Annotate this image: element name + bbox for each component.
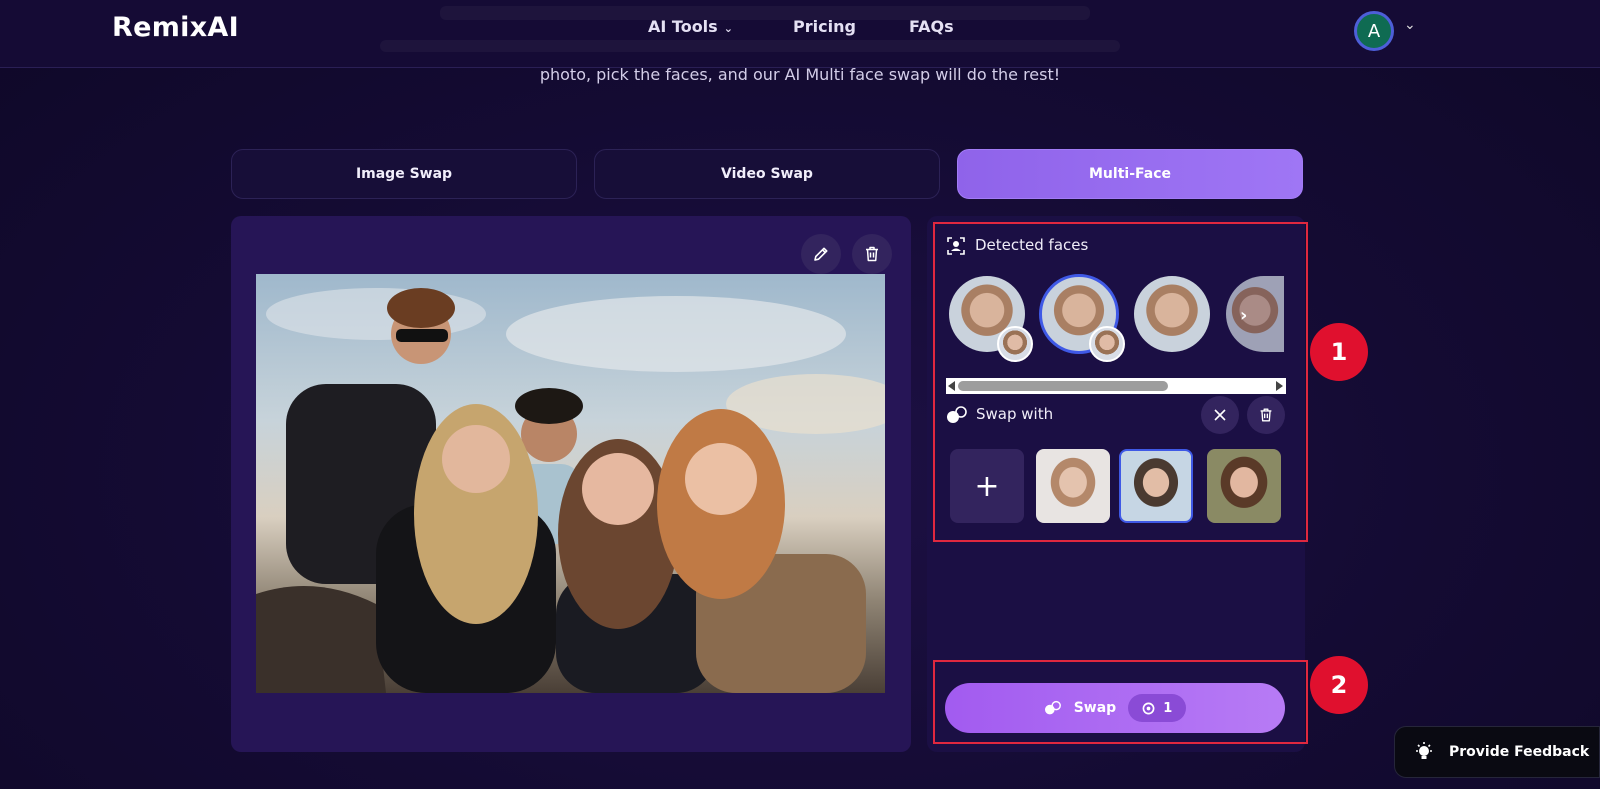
swap-target-preview-1 — [997, 326, 1033, 362]
chevron-down-icon: ⌄ — [723, 22, 733, 35]
trash-icon — [1260, 408, 1272, 422]
detected-face-3[interactable] — [1134, 276, 1210, 352]
swap-with-label: Swap with — [976, 405, 1054, 423]
annotation-badge-1-number: 1 — [1330, 338, 1348, 366]
avatar-initial: A — [1367, 20, 1381, 42]
nav-pricing[interactable]: Pricing — [793, 17, 856, 36]
delete-image-button[interactable] — [852, 234, 892, 274]
nav-ai-tools[interactable]: AI Tools ⌄ — [648, 17, 733, 36]
swap-target-preview-2 — [1089, 326, 1125, 362]
scrollbar-thumb[interactable] — [958, 381, 1168, 391]
faded-hero-text — [380, 40, 1120, 52]
tab-multi-face[interactable]: Multi-Face — [957, 149, 1303, 199]
swap-faces-icon — [1044, 700, 1061, 715]
swap-button[interactable]: Swap 1 — [945, 683, 1285, 733]
swap-face-thumbnail-1[interactable] — [1036, 449, 1110, 523]
swap-face-thumbnail-2-selected[interactable] — [1119, 449, 1193, 523]
nav-ai-tools-label: AI Tools — [648, 17, 718, 36]
annotation-badge-2: 2 — [1310, 656, 1368, 714]
credit-coin-icon — [1142, 702, 1155, 714]
credit-cost-pill: 1 — [1128, 694, 1187, 722]
provide-feedback-label: Provide Feedback — [1449, 744, 1590, 760]
clear-selection-button[interactable] — [1201, 396, 1239, 434]
hero-subtitle: photo, pick the faces, and our AI Multi … — [539, 65, 1061, 84]
swap-face-thumbnail-3[interactable] — [1207, 449, 1281, 523]
tab-video-swap[interactable]: Video Swap — [594, 149, 940, 199]
logo[interactable]: RemixAI — [112, 12, 239, 43]
plus-icon: + — [974, 468, 1000, 504]
swap-button-label: Swap — [1073, 700, 1117, 716]
faded-hero-title — [440, 6, 1090, 20]
scroll-right-arrow-icon[interactable] — [1276, 381, 1283, 391]
uploaded-group-photo — [256, 274, 885, 693]
detected-faces-label: Detected faces — [975, 236, 1089, 254]
annotation-badge-1: 1 — [1310, 323, 1368, 381]
tab-image-swap[interactable]: Image Swap — [231, 149, 577, 199]
scroll-left-arrow-icon[interactable] — [948, 381, 955, 391]
chevron-right-icon[interactable]: › — [1240, 305, 1260, 326]
nav-faqs[interactable]: FAQs — [909, 17, 954, 36]
user-avatar[interactable]: A — [1354, 11, 1394, 51]
swap-faces-icon — [946, 405, 968, 425]
close-icon — [1214, 409, 1226, 421]
pencil-icon — [814, 247, 828, 261]
delete-swap-faces-button[interactable] — [1247, 396, 1285, 434]
account-chevron-down-icon[interactable]: ⌄ — [1404, 17, 1416, 33]
annotation-badge-2-number: 2 — [1330, 671, 1348, 699]
faces-scrollbar[interactable] — [946, 378, 1286, 394]
lightbulb-icon — [1416, 742, 1432, 759]
credit-cost-value: 1 — [1163, 700, 1173, 716]
trash-icon — [866, 246, 878, 262]
group-photo-illustration — [256, 288, 885, 693]
add-face-button[interactable]: + — [950, 449, 1024, 523]
edit-button[interactable] — [801, 234, 841, 274]
provide-feedback-button[interactable]: Provide Feedback — [1394, 726, 1600, 778]
face-detect-icon — [946, 236, 966, 256]
